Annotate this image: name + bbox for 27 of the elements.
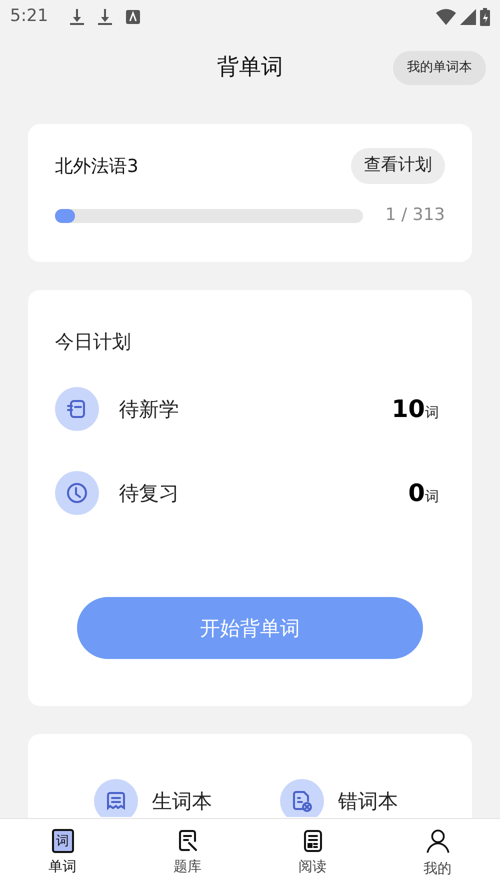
tab[interactable]: 词 单词 bbox=[0, 819, 125, 888]
word-icon: 词 bbox=[52, 829, 74, 853]
plan-item-label: 待复习 bbox=[119, 480, 179, 506]
word-count: 0词 bbox=[408, 478, 439, 508]
person-icon bbox=[424, 827, 452, 855]
battery-icon bbox=[480, 8, 490, 26]
signal-icon bbox=[460, 9, 476, 25]
plan-title: 今日计划 bbox=[55, 330, 132, 355]
notebook-icon bbox=[55, 386, 99, 430]
document-x-icon bbox=[280, 779, 324, 817]
notification-icon bbox=[126, 10, 140, 24]
progress-count: 1 / 313 bbox=[385, 204, 445, 227]
status-time: 5:21 bbox=[10, 5, 48, 28]
plan-item-label: 待新学 bbox=[119, 396, 179, 422]
download-icon bbox=[98, 9, 112, 25]
clock-icon bbox=[55, 470, 99, 514]
view-plan-button[interactable]: 查看计划 bbox=[351, 148, 445, 184]
wifi-icon bbox=[436, 9, 456, 25]
tab[interactable]: 题库 bbox=[125, 819, 250, 888]
message-icon bbox=[94, 779, 138, 817]
tab[interactable]: 阅读 bbox=[250, 819, 375, 888]
download-icon bbox=[70, 9, 84, 25]
word-count: 10词 bbox=[392, 394, 439, 424]
my-wordbook-button[interactable]: 我的单词本 bbox=[393, 51, 486, 85]
book-name: 北外法语3 bbox=[55, 154, 138, 178]
page-title: 背单词 bbox=[217, 54, 283, 82]
tab[interactable]: 我的 bbox=[375, 819, 500, 888]
